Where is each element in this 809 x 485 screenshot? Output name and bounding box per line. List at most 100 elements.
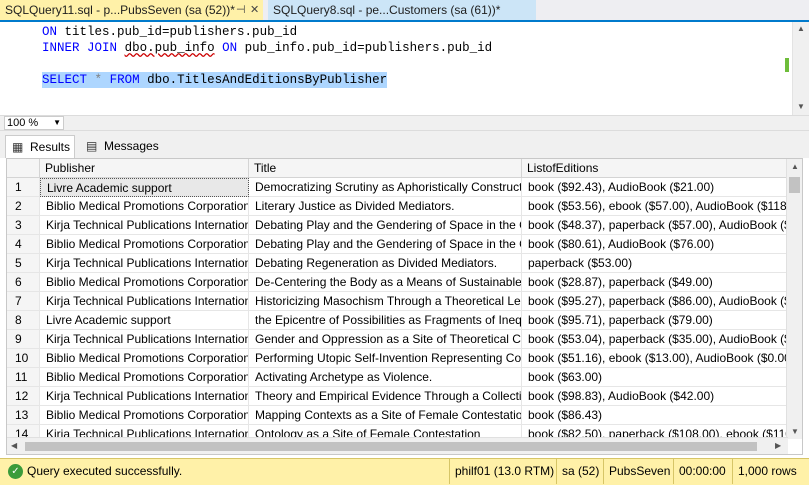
tab-sqlquery11[interactable]: SQLQuery11.sql - p...PubsSeven (sa (52))… <box>0 0 263 20</box>
cell-listofeditions[interactable]: book ($53.56), ebook ($57.00), AudioBook… <box>522 197 788 216</box>
cell-listofeditions[interactable]: paperback ($53.00) <box>522 254 788 273</box>
sql-space <box>102 73 110 87</box>
table-row[interactable]: 1 Livre Academic support Democratizing Scr… <box>7 178 802 197</box>
scroll-down-icon[interactable]: ▼ <box>797 102 805 111</box>
row-number[interactable]: 13 <box>7 406 40 425</box>
cell-title[interactable]: the Epicentre of Possibilities as Fragme… <box>249 311 522 330</box>
cell-listofeditions[interactable]: book ($98.83), AudioBook ($42.00) <box>522 387 788 406</box>
results-grid[interactable]: Publisher Title ListofEditions 1 Livre Ac… <box>6 158 803 455</box>
cell-publisher[interactable]: Livre Academic support <box>40 311 249 330</box>
cell-listofeditions[interactable]: book ($92.43), AudioBook ($21.00) <box>522 178 788 197</box>
table-row[interactable]: 12 Kirja Technical Publications Internati… <box>7 387 802 406</box>
cell-listofeditions[interactable]: book ($28.87), paperback ($49.00) <box>522 273 788 292</box>
table-row[interactable]: 5 Kirja Technical Publications Internatio… <box>7 254 802 273</box>
cell-listofeditions[interactable]: book ($53.04), paperback ($35.00), Audio… <box>522 330 788 349</box>
cell-title[interactable]: Theory and Empirical Evidence Through a … <box>249 387 522 406</box>
editor-scrollbar[interactable]: ▲ ▼ <box>792 22 809 115</box>
close-icon[interactable]: ✕ <box>250 0 259 20</box>
row-number[interactable]: 8 <box>7 311 40 330</box>
cell-publisher[interactable]: Biblio Medical Promotions Corporation <box>40 349 249 368</box>
tab-sqlquery8[interactable]: SQLQuery8.sql - pe...Customers (sa (61))… <box>268 0 536 20</box>
table-row[interactable]: 8 Livre Academic support the Epicentre of … <box>7 311 802 330</box>
cell-publisher[interactable]: Biblio Medical Promotions Corporation <box>40 368 249 387</box>
row-number[interactable]: 5 <box>7 254 40 273</box>
grid-vertical-scrollbar[interactable]: ▲ ▼ <box>786 159 802 439</box>
column-header-title[interactable]: Title <box>249 159 522 178</box>
zoom-select[interactable]: 100 % ▼ <box>4 116 64 130</box>
cell-listofeditions[interactable]: book ($48.37), paperback ($57.00), Audio… <box>522 216 788 235</box>
cell-publisher[interactable]: Biblio Medical Promotions Corporation <box>40 406 249 425</box>
cell-title[interactable]: Debating Regeneration as Divided Mediato… <box>249 254 522 273</box>
scroll-down-icon[interactable]: ▼ <box>791 427 799 436</box>
table-row[interactable]: 9 Kirja Technical Publications Internatio… <box>7 330 802 349</box>
pin-icon[interactable]: ⊣ <box>236 0 246 20</box>
table-row[interactable]: 4 Biblio Medical Promotions Corporation De… <box>7 235 802 254</box>
zoom-value: 100 % <box>7 117 39 129</box>
row-number[interactable]: 1 <box>7 178 40 197</box>
cell-listofeditions[interactable]: book ($86.43) <box>522 406 788 425</box>
table-row[interactable]: 2 Biblio Medical Promotions Corporation Li… <box>7 197 802 216</box>
sql-editor[interactable]: ON titles.pub_id=publishers.pub_id INNER… <box>0 22 809 115</box>
scroll-up-icon[interactable]: ▲ <box>791 162 799 171</box>
success-check-icon: ✓ <box>8 464 23 479</box>
table-row[interactable]: 7 Kirja Technical Publications Internatio… <box>7 292 802 311</box>
row-number[interactable]: 3 <box>7 216 40 235</box>
table-row[interactable]: 13 Biblio Medical Promotions Corporation M… <box>7 406 802 425</box>
sql-space <box>117 41 125 55</box>
row-number[interactable]: 9 <box>7 330 40 349</box>
change-marker <box>785 58 789 72</box>
cell-title[interactable]: Gender and Oppression as a Site of Theor… <box>249 330 522 349</box>
cell-publisher[interactable]: Kirja Technical Publications Internation… <box>40 330 249 349</box>
cell-title[interactable]: Mapping Contexts as a Site of Female Con… <box>249 406 522 425</box>
status-server: philf01 (13.0 RTM) <box>449 459 556 484</box>
grid-horizontal-scrollbar[interactable]: ◀ ▶ <box>7 437 788 454</box>
cell-title[interactable]: Debating Play and the Gendering of Space… <box>249 235 522 254</box>
cell-title[interactable]: Performing Utopic Self-Invention Represe… <box>249 349 522 368</box>
cell-listofeditions[interactable]: book ($95.71), paperback ($79.00) <box>522 311 788 330</box>
table-row[interactable]: 11 Biblio Medical Promotions Corporation A… <box>7 368 802 387</box>
cell-title[interactable]: Historicizing Masochism Through a Theore… <box>249 292 522 311</box>
table-row[interactable]: 6 Biblio Medical Promotions Corporation De… <box>7 273 802 292</box>
cell-publisher[interactable]: Biblio Medical Promotions Corporation <box>40 197 249 216</box>
cell-publisher[interactable]: Kirja Technical Publications Internation… <box>40 292 249 311</box>
column-header-publisher[interactable]: Publisher <box>40 159 249 178</box>
scroll-up-icon[interactable]: ▲ <box>797 24 805 33</box>
cell-title[interactable]: Democratizing Scrutiny as Aphoristically… <box>249 178 522 197</box>
cell-listofeditions[interactable]: book ($95.27), paperback ($86.00), Audio… <box>522 292 788 311</box>
cell-title[interactable]: De-Centering the Body as a Means of Sust… <box>249 273 522 292</box>
cell-title[interactable]: Debating Play and the Gendering of Space… <box>249 216 522 235</box>
cell-listofeditions[interactable]: book ($80.61), AudioBook ($76.00) <box>522 235 788 254</box>
row-number[interactable]: 4 <box>7 235 40 254</box>
cell-publisher[interactable]: Kirja Technical Publications Internation… <box>40 216 249 235</box>
cell-publisher[interactable]: Biblio Medical Promotions Corporation <box>40 235 249 254</box>
cell-publisher[interactable]: Kirja Technical Publications Internation… <box>40 254 249 273</box>
scroll-left-icon[interactable]: ◀ <box>11 441 17 450</box>
cell-publisher[interactable]: Livre Academic support <box>40 178 249 197</box>
row-number[interactable]: 6 <box>7 273 40 292</box>
row-number[interactable]: 7 <box>7 292 40 311</box>
scroll-thumb[interactable] <box>25 442 757 451</box>
row-number-header <box>7 159 40 178</box>
tab-results[interactable]: ▦ Results <box>5 135 75 158</box>
scroll-right-icon[interactable]: ▶ <box>775 441 781 450</box>
column-header-listofeditions[interactable]: ListofEditions <box>522 159 788 178</box>
cell-publisher[interactable]: Kirja Technical Publications Internation… <box>40 387 249 406</box>
tab-messages-label: Messages <box>104 139 159 153</box>
row-number[interactable]: 2 <box>7 197 40 216</box>
row-number[interactable]: 10 <box>7 349 40 368</box>
cell-listofeditions[interactable]: book ($51.16), ebook ($13.00), AudioBook… <box>522 349 788 368</box>
row-number[interactable]: 12 <box>7 387 40 406</box>
table-row[interactable]: 10 Biblio Medical Promotions Corporation P… <box>7 349 802 368</box>
zoom-bar: 100 % ▼ <box>0 115 809 131</box>
row-number[interactable]: 11 <box>7 368 40 387</box>
cell-listofeditions[interactable]: book ($63.00) <box>522 368 788 387</box>
cell-title[interactable]: Activating Archetype as Violence. <box>249 368 522 387</box>
cell-publisher[interactable]: Biblio Medical Promotions Corporation <box>40 273 249 292</box>
cell-title[interactable]: Literary Justice as Divided Mediators. <box>249 197 522 216</box>
sql-token: dbo.pub_info <box>124 41 215 55</box>
tab-messages[interactable]: ▤ Messages <box>80 135 160 158</box>
status-elapsed: 00:00:00 <box>673 459 732 484</box>
table-row[interactable]: 3 Kirja Technical Publications Internatio… <box>7 216 802 235</box>
editor-gutter <box>0 22 27 115</box>
scroll-thumb[interactable] <box>789 177 800 193</box>
